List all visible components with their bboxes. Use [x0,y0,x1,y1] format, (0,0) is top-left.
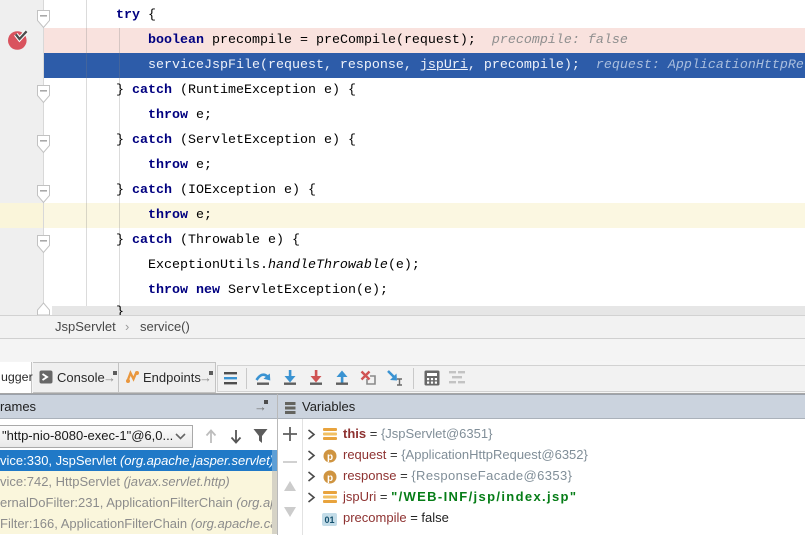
svg-text:01: 01 [324,515,334,525]
svg-text:p: p [327,473,333,484]
svg-text:p: p [327,452,333,463]
